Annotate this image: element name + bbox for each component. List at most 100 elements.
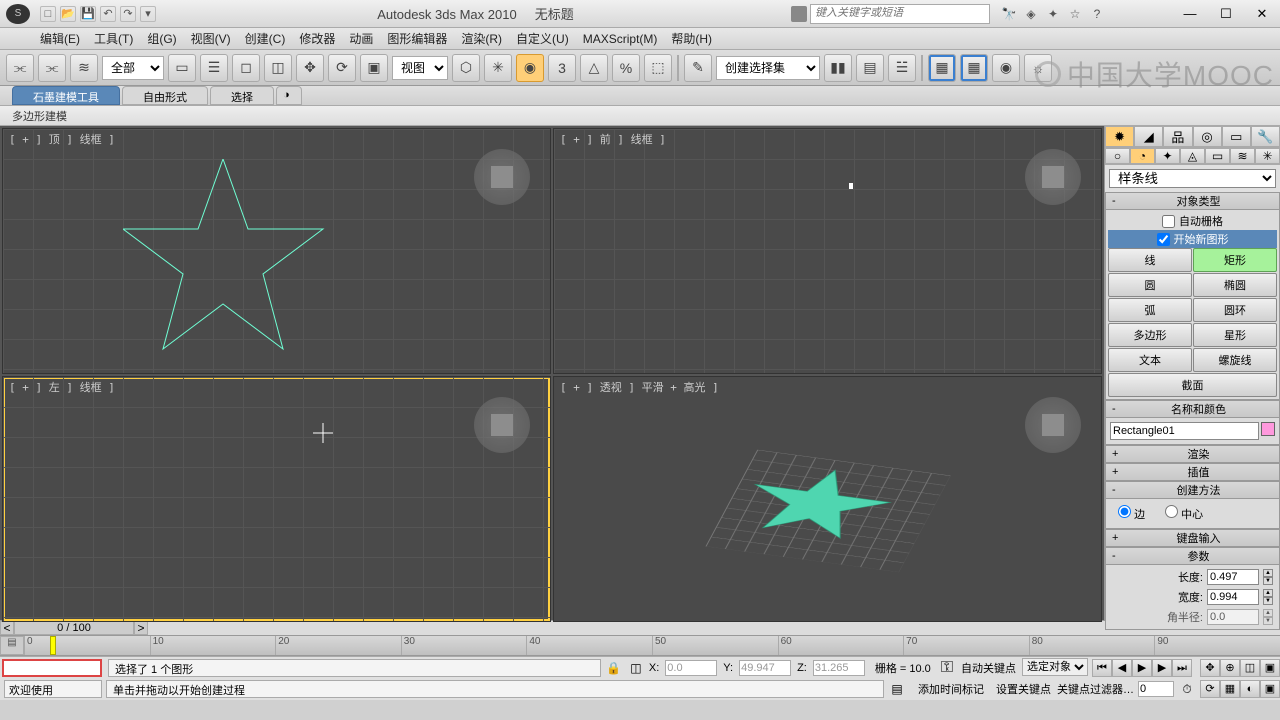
viewcube-icon[interactable] <box>1025 149 1081 205</box>
autokey-label[interactable]: 自动关键点 <box>957 658 1020 678</box>
cmdtab-hierarchy-icon[interactable]: 品 <box>1163 126 1192 147</box>
time-slider[interactable]: 0 / 100 <box>14 621 134 635</box>
shape-helix[interactable]: 螺旋线 <box>1193 348 1277 372</box>
select-name-icon[interactable]: ☰ <box>200 54 228 82</box>
fillet-spinner[interactable]: ▲▼ <box>1263 609 1273 625</box>
next-frame-icon[interactable]: ▶ <box>1152 659 1172 677</box>
selection-filter[interactable]: 全部 <box>102 56 164 80</box>
menu-maxscript[interactable]: MAXScript(M) <box>583 32 658 46</box>
length-spinner[interactable]: ▲▼ <box>1263 569 1273 585</box>
maximize-button[interactable]: ☐ <box>1208 2 1244 26</box>
play-icon[interactable]: ▶ <box>1132 659 1152 677</box>
scale-icon[interactable]: ▣ <box>360 54 388 82</box>
viewport-top[interactable]: [ + ] 顶 ] 线框 ] <box>2 128 551 374</box>
rollout-render[interactable]: +渲染 <box>1105 445 1280 463</box>
timeline-prev[interactable]: < <box>0 621 14 635</box>
object-name-input[interactable] <box>1110 422 1259 440</box>
mirror-icon[interactable]: ▮▮ <box>824 54 852 82</box>
shape-arc[interactable]: 弧 <box>1108 298 1192 322</box>
cmdtab-display-icon[interactable]: ▭ <box>1222 126 1251 147</box>
qat-new-icon[interactable]: □ <box>40 6 56 22</box>
menu-group[interactable]: 组(G) <box>147 30 176 47</box>
search-go-icon[interactable] <box>791 6 807 22</box>
rollout-params[interactable]: -参数 <box>1105 547 1280 565</box>
app-logo[interactable]: S <box>6 4 30 24</box>
keyframe-marker[interactable] <box>50 636 56 655</box>
select-icon[interactable]: ▭ <box>168 54 196 82</box>
material-editor-icon[interactable]: ◉ <box>992 54 1020 82</box>
coord-x[interactable] <box>665 660 717 676</box>
key-filters-button[interactable]: 关键点过滤器… <box>1057 681 1134 697</box>
method-edge-radio[interactable]: 边 <box>1118 505 1145 522</box>
menu-modifiers[interactable]: 修改器 <box>299 30 335 47</box>
goto-start-icon[interactable]: ⏮ <box>1092 659 1112 677</box>
menu-rendering[interactable]: 渲染(R) <box>461 30 502 47</box>
fillet-input[interactable] <box>1207 609 1259 625</box>
lock-icon[interactable]: 🔒 <box>605 661 623 675</box>
schematic-icon[interactable]: ▦ <box>960 54 988 82</box>
add-time-tag[interactable]: 添加时间标记 <box>910 681 992 697</box>
shape-donut[interactable]: 圆环 <box>1193 298 1277 322</box>
menu-tools[interactable]: 工具(T) <box>94 30 133 47</box>
prev-frame-icon[interactable]: ◀ <box>1112 659 1132 677</box>
autokey-toggle[interactable] <box>2 659 102 677</box>
shape-rectangle[interactable]: 矩形 <box>1193 248 1277 272</box>
nav-orbit-icon[interactable]: ⟳ <box>1200 680 1220 698</box>
minimize-button[interactable]: — <box>1172 2 1208 26</box>
key-target-dropdown[interactable]: 选定对象 <box>1022 658 1088 676</box>
manipulate-icon[interactable]: ✳ <box>484 54 512 82</box>
subtab-space-icon[interactable]: ≋ <box>1230 148 1255 164</box>
subtab-systems-icon[interactable]: ✳ <box>1255 148 1280 164</box>
qat-redo-icon[interactable]: ↷ <box>120 6 136 22</box>
qat-dropdown-icon[interactable]: ▾ <box>140 6 156 22</box>
pivot-icon[interactable]: ⬡ <box>452 54 480 82</box>
subtab-helpers-icon[interactable]: ▭ <box>1205 148 1230 164</box>
named-selection-sets[interactable]: 创建选择集 <box>716 56 820 80</box>
cmdtab-create-icon[interactable]: ✹ <box>1105 126 1134 147</box>
subtab-shapes-icon[interactable]: ◔ <box>1130 148 1155 164</box>
ribbon-tab-freeform[interactable]: 自由形式 <box>122 86 208 105</box>
comm-icon[interactable]: ✦ <box>1044 5 1062 23</box>
qat-undo-icon[interactable]: ↶ <box>100 6 116 22</box>
trackbar-icon[interactable]: ▤ <box>0 636 24 655</box>
shape-line[interactable]: 线 <box>1108 248 1192 272</box>
spinner-snap-icon[interactable]: ⬚ <box>644 54 672 82</box>
nav-walk-icon[interactable]: ▦ <box>1220 680 1240 698</box>
subtab-lights-icon[interactable]: ✦ <box>1155 148 1180 164</box>
snap-3-icon[interactable]: 3 <box>548 54 576 82</box>
search-input[interactable] <box>811 5 989 21</box>
shape-ngon[interactable]: 多边形 <box>1108 323 1192 347</box>
shape-star[interactable]: 星形 <box>1193 323 1277 347</box>
window-crossing-icon[interactable]: ◫ <box>264 54 292 82</box>
ribbon-collapse-icon[interactable]: ◑ <box>276 86 302 105</box>
shape-section[interactable]: 截面 <box>1108 373 1277 397</box>
info-icon[interactable]: ◈ <box>1022 5 1040 23</box>
help-icon[interactable]: ? <box>1088 5 1106 23</box>
nav-fov-icon[interactable]: ◫ <box>1240 659 1260 677</box>
ribbon-tab-select[interactable]: 选择 <box>210 86 274 105</box>
render-setup-icon[interactable]: ☼ <box>1024 54 1052 82</box>
qat-open-icon[interactable]: 📂 <box>60 6 76 22</box>
rollout-namecolor[interactable]: -名称和颜色 <box>1105 400 1280 418</box>
nav-pan-icon[interactable]: ✥ <box>1200 659 1220 677</box>
snap-toggle-icon[interactable]: ◉ <box>516 54 544 82</box>
viewport-perspective[interactable]: [ + ] 透视 ] 平滑 + 高光 ] <box>553 376 1102 622</box>
time-config-icon[interactable]: ⏱ <box>1178 682 1196 697</box>
shape-circle[interactable]: 圆 <box>1108 273 1192 297</box>
link-icon[interactable]: ⫘ <box>6 54 34 82</box>
close-button[interactable]: ✕ <box>1244 2 1280 26</box>
viewport-left[interactable]: [ + ] 左 ] 线框 ] <box>2 376 551 622</box>
angle-snap-icon[interactable]: △ <box>580 54 608 82</box>
rollout-objtype[interactable]: -对象类型 <box>1105 192 1280 210</box>
script-icon[interactable]: ▤ <box>888 682 906 696</box>
edit-named-sel-icon[interactable]: ✎ <box>684 54 712 82</box>
method-center-radio[interactable]: 中心 <box>1165 505 1203 522</box>
timeline-next[interactable]: > <box>134 621 148 635</box>
shape-ellipse[interactable]: 椭圆 <box>1193 273 1277 297</box>
current-frame-input[interactable] <box>1138 681 1174 697</box>
rotate-icon[interactable]: ⟳ <box>328 54 356 82</box>
menu-create[interactable]: 创建(C) <box>245 30 286 47</box>
viewcube-icon[interactable] <box>474 397 530 453</box>
curve-editor-icon[interactable]: ▦ <box>928 54 956 82</box>
viewport-front[interactable]: [ + ] 前 ] 线框 ] <box>553 128 1102 374</box>
